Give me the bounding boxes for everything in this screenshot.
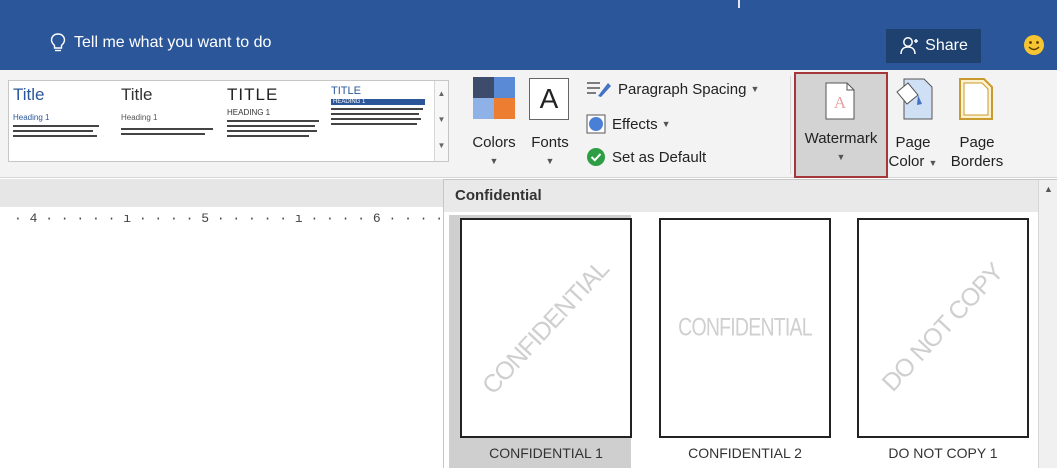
page-borders-label-2: Borders (950, 153, 1004, 170)
set-as-default-button[interactable]: Set as Default (586, 147, 706, 167)
style-heading: HEADING 1 (331, 99, 425, 105)
style-set-item[interactable]: Title Heading 1 (13, 85, 113, 159)
document-background (0, 179, 443, 207)
watermark-option-caption: CONFIDENTIAL 2 (688, 445, 802, 461)
chevron-down-icon: ▼ (545, 156, 555, 166)
style-title: Title (121, 85, 153, 104)
watermark-option-caption: DO NOT COPY 1 (888, 445, 998, 461)
watermark-option-do-not-copy-1[interactable]: DO NOT COPY DO NOT COPY 1 (846, 215, 1029, 468)
chevron-down-icon: ▼ (661, 119, 671, 129)
svg-text:A: A (834, 93, 847, 112)
watermark-icon: A (825, 82, 855, 120)
style-set-gallery: Title Heading 1 Title Heading 1 TITLE HE… (8, 80, 449, 162)
style-set-item[interactable]: TITLE HEADING 1 (331, 85, 431, 159)
page-color-button[interactable]: Page Color ▼ (887, 133, 939, 173)
ribbon-divider (790, 76, 791, 174)
style-heading: Heading 1 (121, 113, 158, 122)
page-color-icon[interactable] (894, 78, 934, 120)
scroll-down-icon[interactable]: ▼ (435, 107, 448, 133)
style-heading: HEADING 1 (227, 108, 271, 117)
colors-label: Colors (472, 134, 516, 151)
gallery-scrollbar[interactable]: ▲ ▼ ▼ (434, 81, 448, 161)
tell-me-text: Tell me what you want to do (74, 34, 272, 51)
page-borders-icon[interactable] (959, 78, 993, 120)
watermark-preview-text: CONFIDENTIAL (678, 313, 812, 342)
watermark-option-caption: CONFIDENTIAL 1 (489, 445, 603, 461)
gallery-more-icon[interactable]: ▼ (435, 133, 448, 159)
paragraph-spacing-icon (587, 82, 611, 97)
page-borders-button[interactable]: Page Borders (944, 133, 1010, 171)
effects-button[interactable]: Effects ▼ (586, 114, 671, 134)
fonts-label: Fonts (531, 134, 569, 151)
set-as-default-label: Set as Default (612, 148, 707, 166)
watermark-preview-page: CONFIDENTIAL (659, 218, 831, 438)
style-title: TITLE (331, 85, 361, 97)
chevron-down-icon: ▼ (750, 84, 760, 94)
fonts-icon[interactable]: A (529, 78, 569, 120)
gallery-section-header: Confidential (444, 180, 1039, 212)
gallery-scrollbar[interactable]: ▲ (1038, 180, 1057, 468)
watermark-preview-page: CONFIDENTIAL (460, 218, 632, 438)
chevron-down-icon: ▼ (489, 156, 499, 166)
watermark-preview-text: CONFIDENTIAL (476, 255, 615, 400)
style-heading: Heading 1 (13, 113, 50, 122)
feedback-smiley-icon[interactable] (1023, 34, 1045, 56)
checkmark-icon (587, 148, 605, 166)
share-label: Share (925, 37, 968, 54)
person-icon (900, 37, 919, 55)
paragraph-spacing-button[interactable]: Paragraph Spacing ▼ (586, 80, 759, 98)
page-color-label-2: Color (888, 153, 925, 170)
chevron-down-icon: ▼ (836, 152, 846, 162)
colors-button[interactable]: Colors ▼ (464, 133, 524, 171)
watermark-button[interactable]: A Watermark ▼ (794, 72, 888, 178)
share-button[interactable]: Share (886, 29, 981, 63)
horizontal-ruler[interactable]: · 4 · · · · · ı · · · · 5 · · · · · ı · … (0, 208, 523, 230)
style-title: TITLE (227, 85, 279, 104)
watermark-option-confidential-1[interactable]: CONFIDENTIAL CONFIDENTIAL 1 (449, 215, 632, 468)
watermark-option-confidential-2[interactable]: CONFIDENTIAL CONFIDENTIAL 2 (648, 215, 831, 468)
fonts-button[interactable]: Fonts ▼ (526, 133, 574, 171)
style-set-item[interactable]: TITLE HEADING 1 (227, 85, 327, 159)
watermark-preview-text: DO NOT COPY (876, 258, 1009, 398)
chevron-down-icon: ▼ (928, 158, 938, 168)
document-page[interactable] (0, 230, 443, 468)
lightbulb-icon (50, 33, 66, 52)
page-borders-label: Page (959, 134, 995, 151)
style-title: Title (13, 85, 45, 104)
watermark-gallery-dropdown: Confidential ▲ CONFIDENTIAL CONFIDENTIAL… (443, 179, 1057, 468)
scroll-up-icon[interactable]: ▲ (435, 81, 448, 107)
tell-me-search[interactable]: Tell me what you want to do (50, 31, 271, 55)
paragraph-spacing-label: Paragraph Spacing (618, 80, 747, 98)
watermark-preview-page: DO NOT COPY (857, 218, 1029, 438)
colors-palette-icon[interactable] (473, 77, 515, 119)
title-bar-marker (738, 0, 740, 8)
effects-label: Effects (612, 115, 658, 133)
scroll-up-icon[interactable]: ▲ (1039, 180, 1057, 198)
style-set-item[interactable]: Title Heading 1 (121, 85, 221, 159)
watermark-label: Watermark (804, 130, 878, 147)
effects-icon (586, 114, 606, 134)
page-color-label: Page (895, 134, 931, 151)
title-bar: Tell me what you want to do Share (0, 0, 1057, 70)
